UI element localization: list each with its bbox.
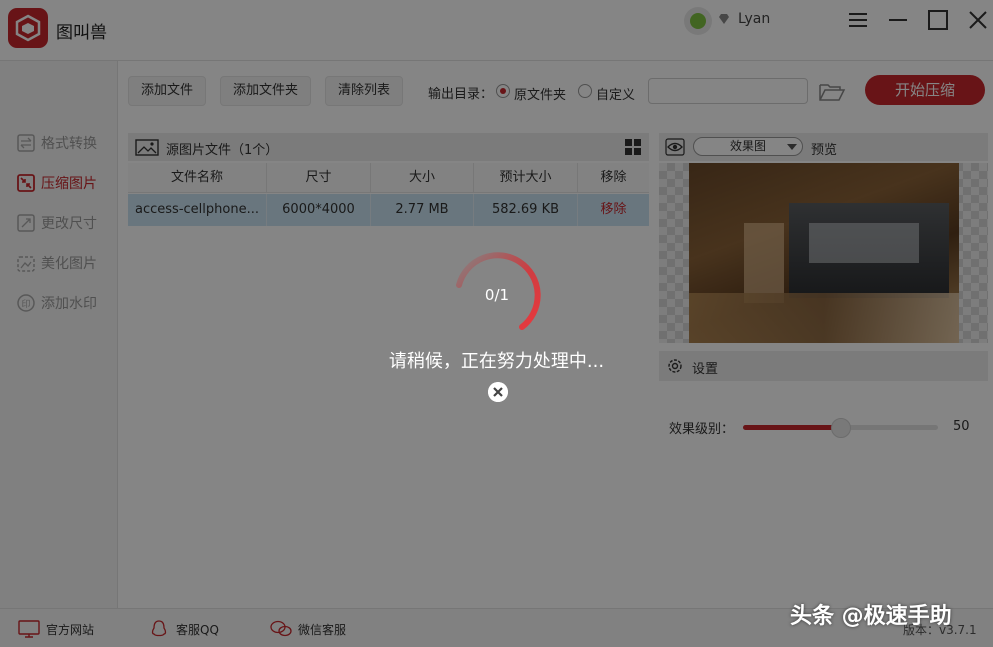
processing-message: 请稍候，正在努力处理中... <box>388 351 605 372</box>
cancel-processing-icon[interactable] <box>488 382 508 402</box>
watermark-text: 头条 @极速手助 <box>790 604 952 629</box>
processing-overlay: 0/1 请稍候，正在努力处理中... <box>0 0 993 647</box>
progress-count: 0/1 <box>484 286 510 304</box>
